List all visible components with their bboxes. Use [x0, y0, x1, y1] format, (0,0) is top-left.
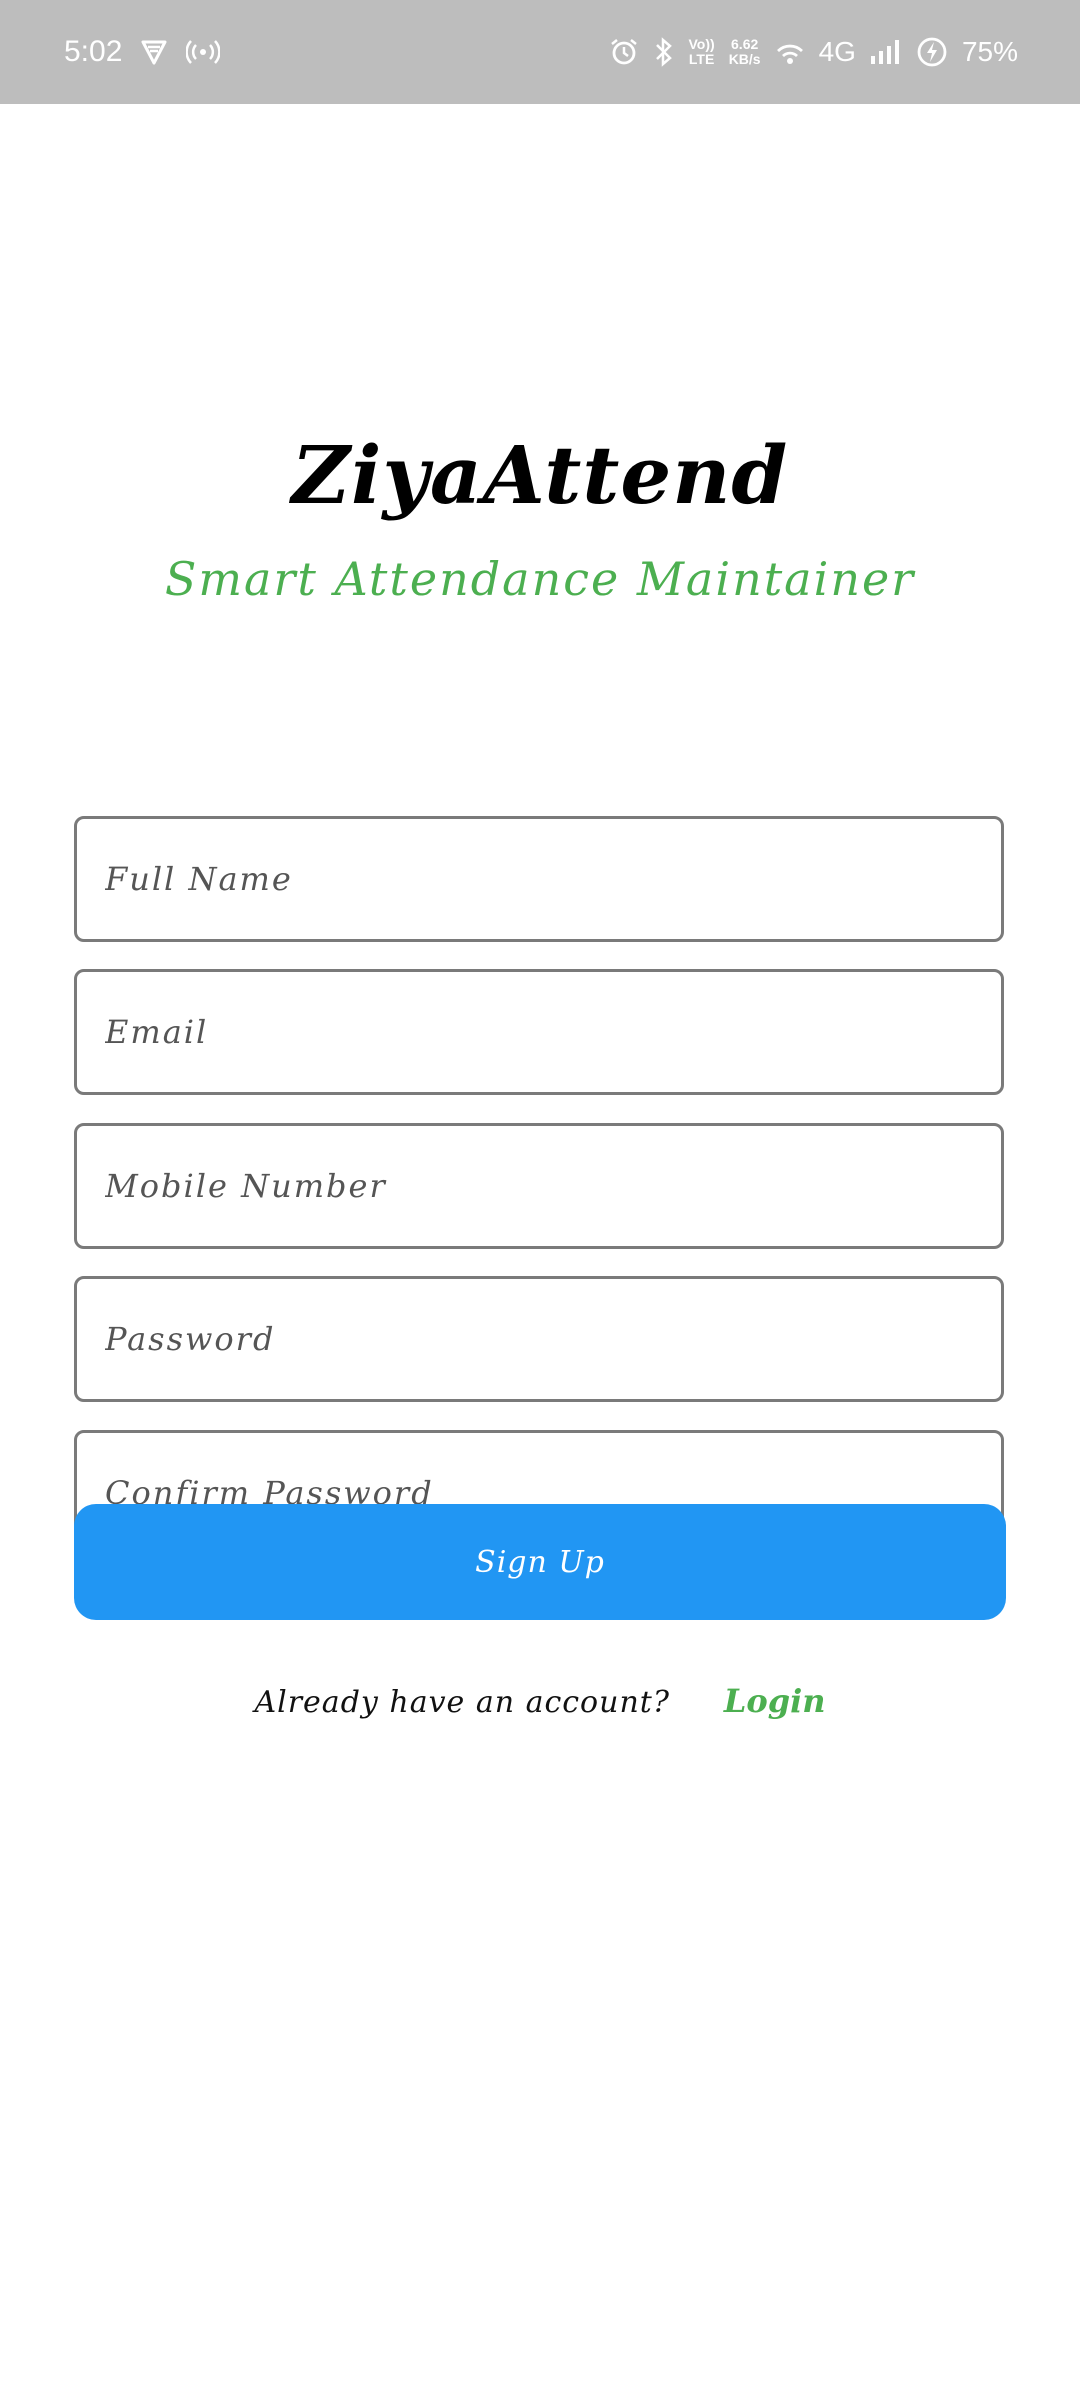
status-time: 5:02 [64, 35, 123, 68]
email-field[interactable] [74, 969, 1004, 1095]
login-link[interactable]: Login [724, 1682, 826, 1720]
network-speed-value: 6.62 [731, 36, 759, 52]
login-prompt: Already have an account? [254, 1685, 670, 1720]
full-name-field[interactable] [74, 816, 1004, 942]
vpn-shield-icon [140, 38, 168, 66]
battery-percent: 75% [961, 36, 1018, 67]
volte-top-label: Vo)) [688, 36, 715, 52]
password-field[interactable] [74, 1276, 1004, 1402]
mobile-number-input[interactable] [77, 1126, 1001, 1246]
network-speed-unit: KB/s [728, 51, 761, 67]
volte-bottom-label: LTE [688, 51, 715, 67]
app-subtitle: Smart Attendance Maintainer [164, 552, 916, 606]
full-name-input[interactable] [77, 819, 1001, 939]
login-row: Already have an account? Login [0, 1682, 1080, 1720]
battery-charging-icon [916, 36, 948, 68]
email-input[interactable] [77, 972, 1001, 1092]
volte-icon: Vo)) LTE [689, 37, 715, 67]
hotspot-icon [186, 38, 221, 66]
sign-up-button[interactable]: Sign Up [74, 1504, 1006, 1620]
status-bar-left: 5:02 [64, 0, 221, 104]
mobile-number-field[interactable] [74, 1123, 1004, 1249]
wifi-icon [775, 38, 805, 66]
signal-icon [870, 38, 902, 66]
status-bar: 5:02 Vo)) LTE 6.62 KB/s 4G 75% [0, 0, 1080, 104]
password-input[interactable] [77, 1279, 1001, 1399]
app-title: ZiyaAttend [291, 428, 789, 522]
network-type: 4G [818, 36, 856, 67]
network-speed: 6.62 KB/s [729, 37, 761, 67]
alarm-icon [609, 37, 639, 67]
bluetooth-icon [653, 36, 675, 68]
status-bar-right: Vo)) LTE 6.62 KB/s 4G 75% [609, 0, 1018, 104]
